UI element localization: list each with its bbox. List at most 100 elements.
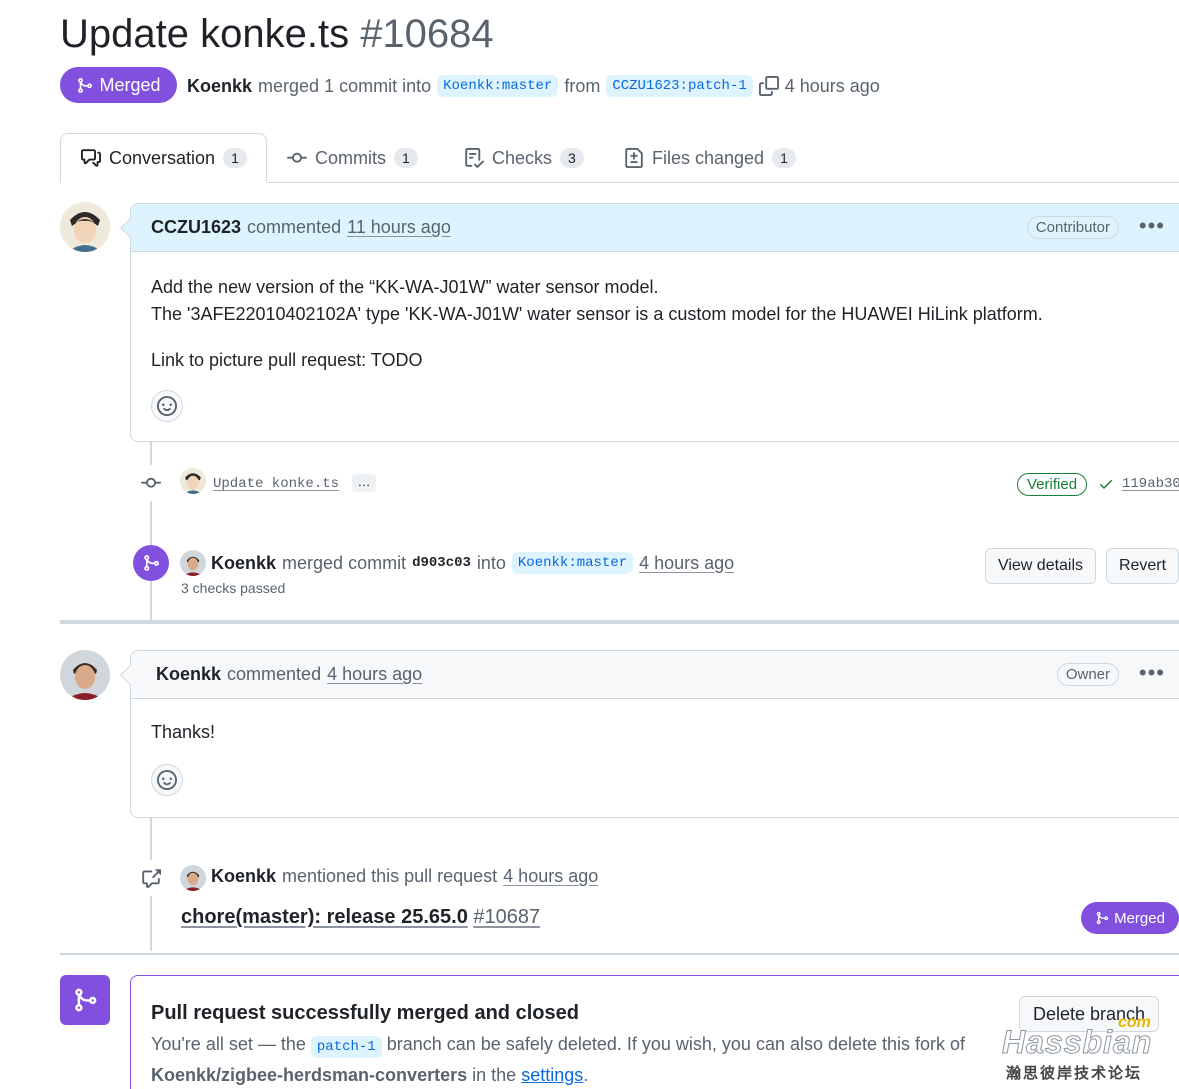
avatar-cczu1623[interactable]	[60, 202, 110, 252]
comment-header: Koenkk commented 4 hours ago Owner •••	[131, 651, 1179, 699]
avatar-image	[180, 468, 206, 494]
merged-text-3: in the	[472, 1065, 517, 1085]
merged-text-2: branch can be safely deleted. If you wis…	[386, 1034, 966, 1054]
comment-card: Koenkk commented 4 hours ago Owner ••• T…	[120, 650, 1179, 818]
tab-commits[interactable]: Commits 1	[287, 133, 418, 183]
mentioned-pr-link[interactable]: chore(master): release 25.65.0 #10687	[181, 906, 540, 929]
copy-icon[interactable]	[758, 76, 779, 96]
pr-title: Update konke.ts #10684	[60, 12, 494, 57]
timeline-divider	[60, 620, 1179, 624]
role-badge: Owner	[1056, 663, 1119, 686]
check-icon[interactable]	[1098, 476, 1114, 492]
mentioned-pr-state-badge: Merged	[1081, 902, 1179, 934]
commit-author-avatar[interactable]	[180, 468, 206, 494]
head-branch[interactable]: CCZU1623:patch-1	[606, 75, 753, 97]
add-reaction-button[interactable]	[151, 390, 183, 422]
pr-action: merged 1 commit into	[258, 75, 432, 96]
tab-files-changed[interactable]: Files changed 1	[624, 133, 796, 183]
tab-conversation-count: 1	[223, 148, 247, 168]
pr-time: 4 hours ago	[784, 75, 880, 96]
base-branch[interactable]: Koenkk:master	[437, 75, 559, 97]
comment-body: Thanks!	[151, 722, 216, 742]
pr-number: #10684	[360, 12, 494, 56]
deleted-branch-name[interactable]: patch-1	[310, 1036, 382, 1058]
tab-files-count: 1	[772, 148, 796, 168]
git-merge-icon	[78, 77, 93, 93]
commit-sha-link[interactable]: 119ab30	[1122, 476, 1179, 492]
commit-event-icon	[133, 465, 169, 501]
merge-into: into	[476, 552, 506, 573]
comment-menu-button[interactable]: •••	[1139, 213, 1165, 239]
merge-event-icon	[133, 545, 169, 581]
comment-line: The '3AFE22010402102A' type 'KK-WA-J01W'…	[151, 304, 1043, 324]
avatar-koenkk[interactable]	[60, 650, 110, 700]
smiley-icon	[157, 770, 177, 790]
merged-status-box: Pull request successfully merged and clo…	[130, 975, 1179, 1089]
merged-state-badge: Merged	[60, 67, 177, 103]
comment-line: Add the new version of the “KK-WA-J01W” …	[151, 277, 659, 297]
tab-files-label: Files changed	[652, 147, 765, 168]
comment-card: CCZU1623 commented 11 hours ago Contribu…	[120, 203, 1179, 442]
from-label: from	[564, 75, 601, 96]
merger-name[interactable]: Koenkk	[211, 553, 276, 574]
pr-meta: Koenkk merged 1 commit into Koenkk:maste…	[187, 72, 880, 100]
pr-author[interactable]: Koenkk	[187, 76, 252, 97]
timeline-divider	[60, 953, 1179, 955]
merge-target-branch[interactable]: Koenkk:master	[511, 552, 634, 574]
settings-link[interactable]: settings	[521, 1065, 583, 1085]
mention-time[interactable]: 4 hours ago	[503, 866, 598, 887]
file-diff-icon	[625, 148, 643, 168]
avatar-image	[180, 865, 206, 891]
cross-reference-icon	[142, 869, 161, 888]
comment-time[interactable]: 4 hours ago	[327, 664, 422, 685]
avatar-image	[180, 550, 206, 576]
mentioned-pr-number[interactable]: #10687	[473, 906, 540, 928]
tab-checks-label: Checks	[492, 147, 553, 168]
merged-status-text: You're all set — the patch-1 branch can …	[151, 1030, 971, 1089]
add-reaction-button[interactable]	[151, 764, 183, 796]
mention-verb: mentioned this pull request	[282, 866, 498, 886]
mention-event-icon	[133, 860, 169, 896]
avatar-image	[60, 202, 110, 252]
git-commit-icon	[141, 477, 161, 488]
merged-status-icon	[60, 975, 110, 1025]
fork-repo-name[interactable]: Koenkk/zigbee-herdsman-converters	[151, 1065, 467, 1085]
pr-title-text: Update konke.ts	[60, 12, 350, 56]
comment-body: Add the new version of the “KK-WA-J01W” …	[151, 274, 1043, 374]
comment-time[interactable]: 11 hours ago	[347, 217, 451, 238]
comment-line: Link to picture pull request: TODO	[151, 350, 423, 370]
role-badge: Contributor	[1026, 216, 1119, 239]
comment-header: CCZU1623 commented 11 hours ago Contribu…	[131, 204, 1179, 252]
comment-menu-button[interactable]: •••	[1139, 660, 1165, 686]
verified-badge[interactable]: Verified	[1017, 473, 1088, 496]
mention-event-text: Koenkk mentioned this pull request 4 hou…	[211, 866, 598, 887]
git-commit-icon	[287, 152, 307, 163]
avatar-image	[60, 650, 110, 700]
comment-author[interactable]: Koenkk	[156, 664, 221, 685]
merged-period: .	[583, 1065, 589, 1085]
merged-text-1: You're all set — the	[151, 1034, 306, 1054]
comment-discussion-icon	[81, 149, 101, 167]
tab-checks[interactable]: Checks 3	[464, 133, 584, 183]
merged-status-title: Pull request successfully merged and clo…	[151, 1002, 579, 1024]
tab-commits-count: 1	[394, 148, 418, 168]
commit-message-link[interactable]: Update konke.ts	[213, 476, 339, 492]
comment-verb: commented	[227, 664, 322, 684]
mentioned-pr-title[interactable]: chore(master): release 25.65.0	[181, 906, 468, 928]
delete-branch-button[interactable]: Delete branch	[1019, 996, 1159, 1032]
tab-checks-count: 3	[560, 148, 584, 168]
checks-passed-text[interactable]: 3 checks passed	[181, 580, 285, 596]
revert-button[interactable]: Revert	[1106, 548, 1179, 584]
merge-commit-sha[interactable]: d903c03	[412, 555, 471, 571]
expand-commit-button[interactable]: …	[352, 474, 376, 492]
comment-author[interactable]: CCZU1623	[151, 217, 241, 238]
merge-event-text: Koenkk merged commit d903c03 into Koenkk…	[211, 552, 734, 574]
merger-avatar[interactable]	[180, 550, 206, 576]
view-details-button[interactable]: View details	[985, 548, 1096, 584]
git-merge-icon	[75, 988, 97, 1012]
mention-author-avatar[interactable]	[180, 865, 206, 891]
comment-verb: commented	[247, 217, 342, 237]
mention-author[interactable]: Koenkk	[211, 866, 276, 887]
merge-time[interactable]: 4 hours ago	[639, 553, 734, 574]
tab-conversation[interactable]: Conversation 1	[60, 133, 267, 183]
